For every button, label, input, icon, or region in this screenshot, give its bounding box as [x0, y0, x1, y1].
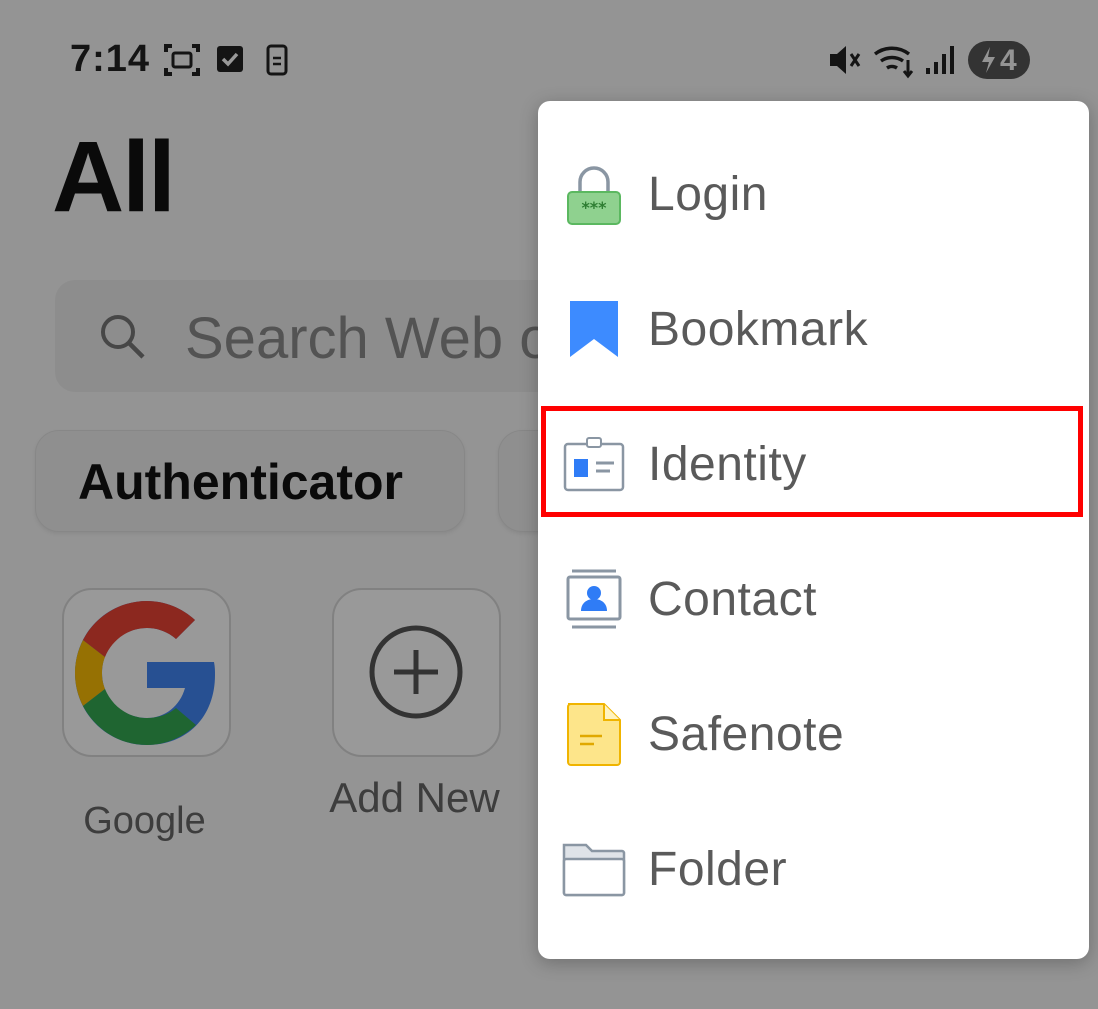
- menu-item-label: Contact: [648, 573, 817, 626]
- folder-icon: [562, 843, 626, 897]
- menu-item-contact[interactable]: Contact: [538, 532, 1089, 667]
- menu-item-bookmark[interactable]: Bookmark: [538, 262, 1089, 397]
- bookmark-icon: [570, 301, 618, 357]
- menu-item-label: Folder: [648, 843, 788, 896]
- identity-highlight-box: [541, 406, 1083, 517]
- lock-icon: ***: [567, 166, 621, 225]
- new-item-menu: *** Login Bookmark Identity Contact Safe…: [538, 101, 1089, 959]
- contact-card-icon: [566, 569, 622, 629]
- menu-item-folder[interactable]: Folder: [538, 802, 1089, 937]
- svg-text:***: ***: [581, 198, 607, 217]
- menu-item-safenote[interactable]: Safenote: [538, 667, 1089, 802]
- menu-item-label: Bookmark: [648, 303, 869, 356]
- menu-item-label: Login: [648, 168, 768, 221]
- menu-item-label: Safenote: [648, 708, 845, 761]
- menu-item-login[interactable]: *** Login: [538, 127, 1089, 262]
- note-icon: [567, 703, 621, 766]
